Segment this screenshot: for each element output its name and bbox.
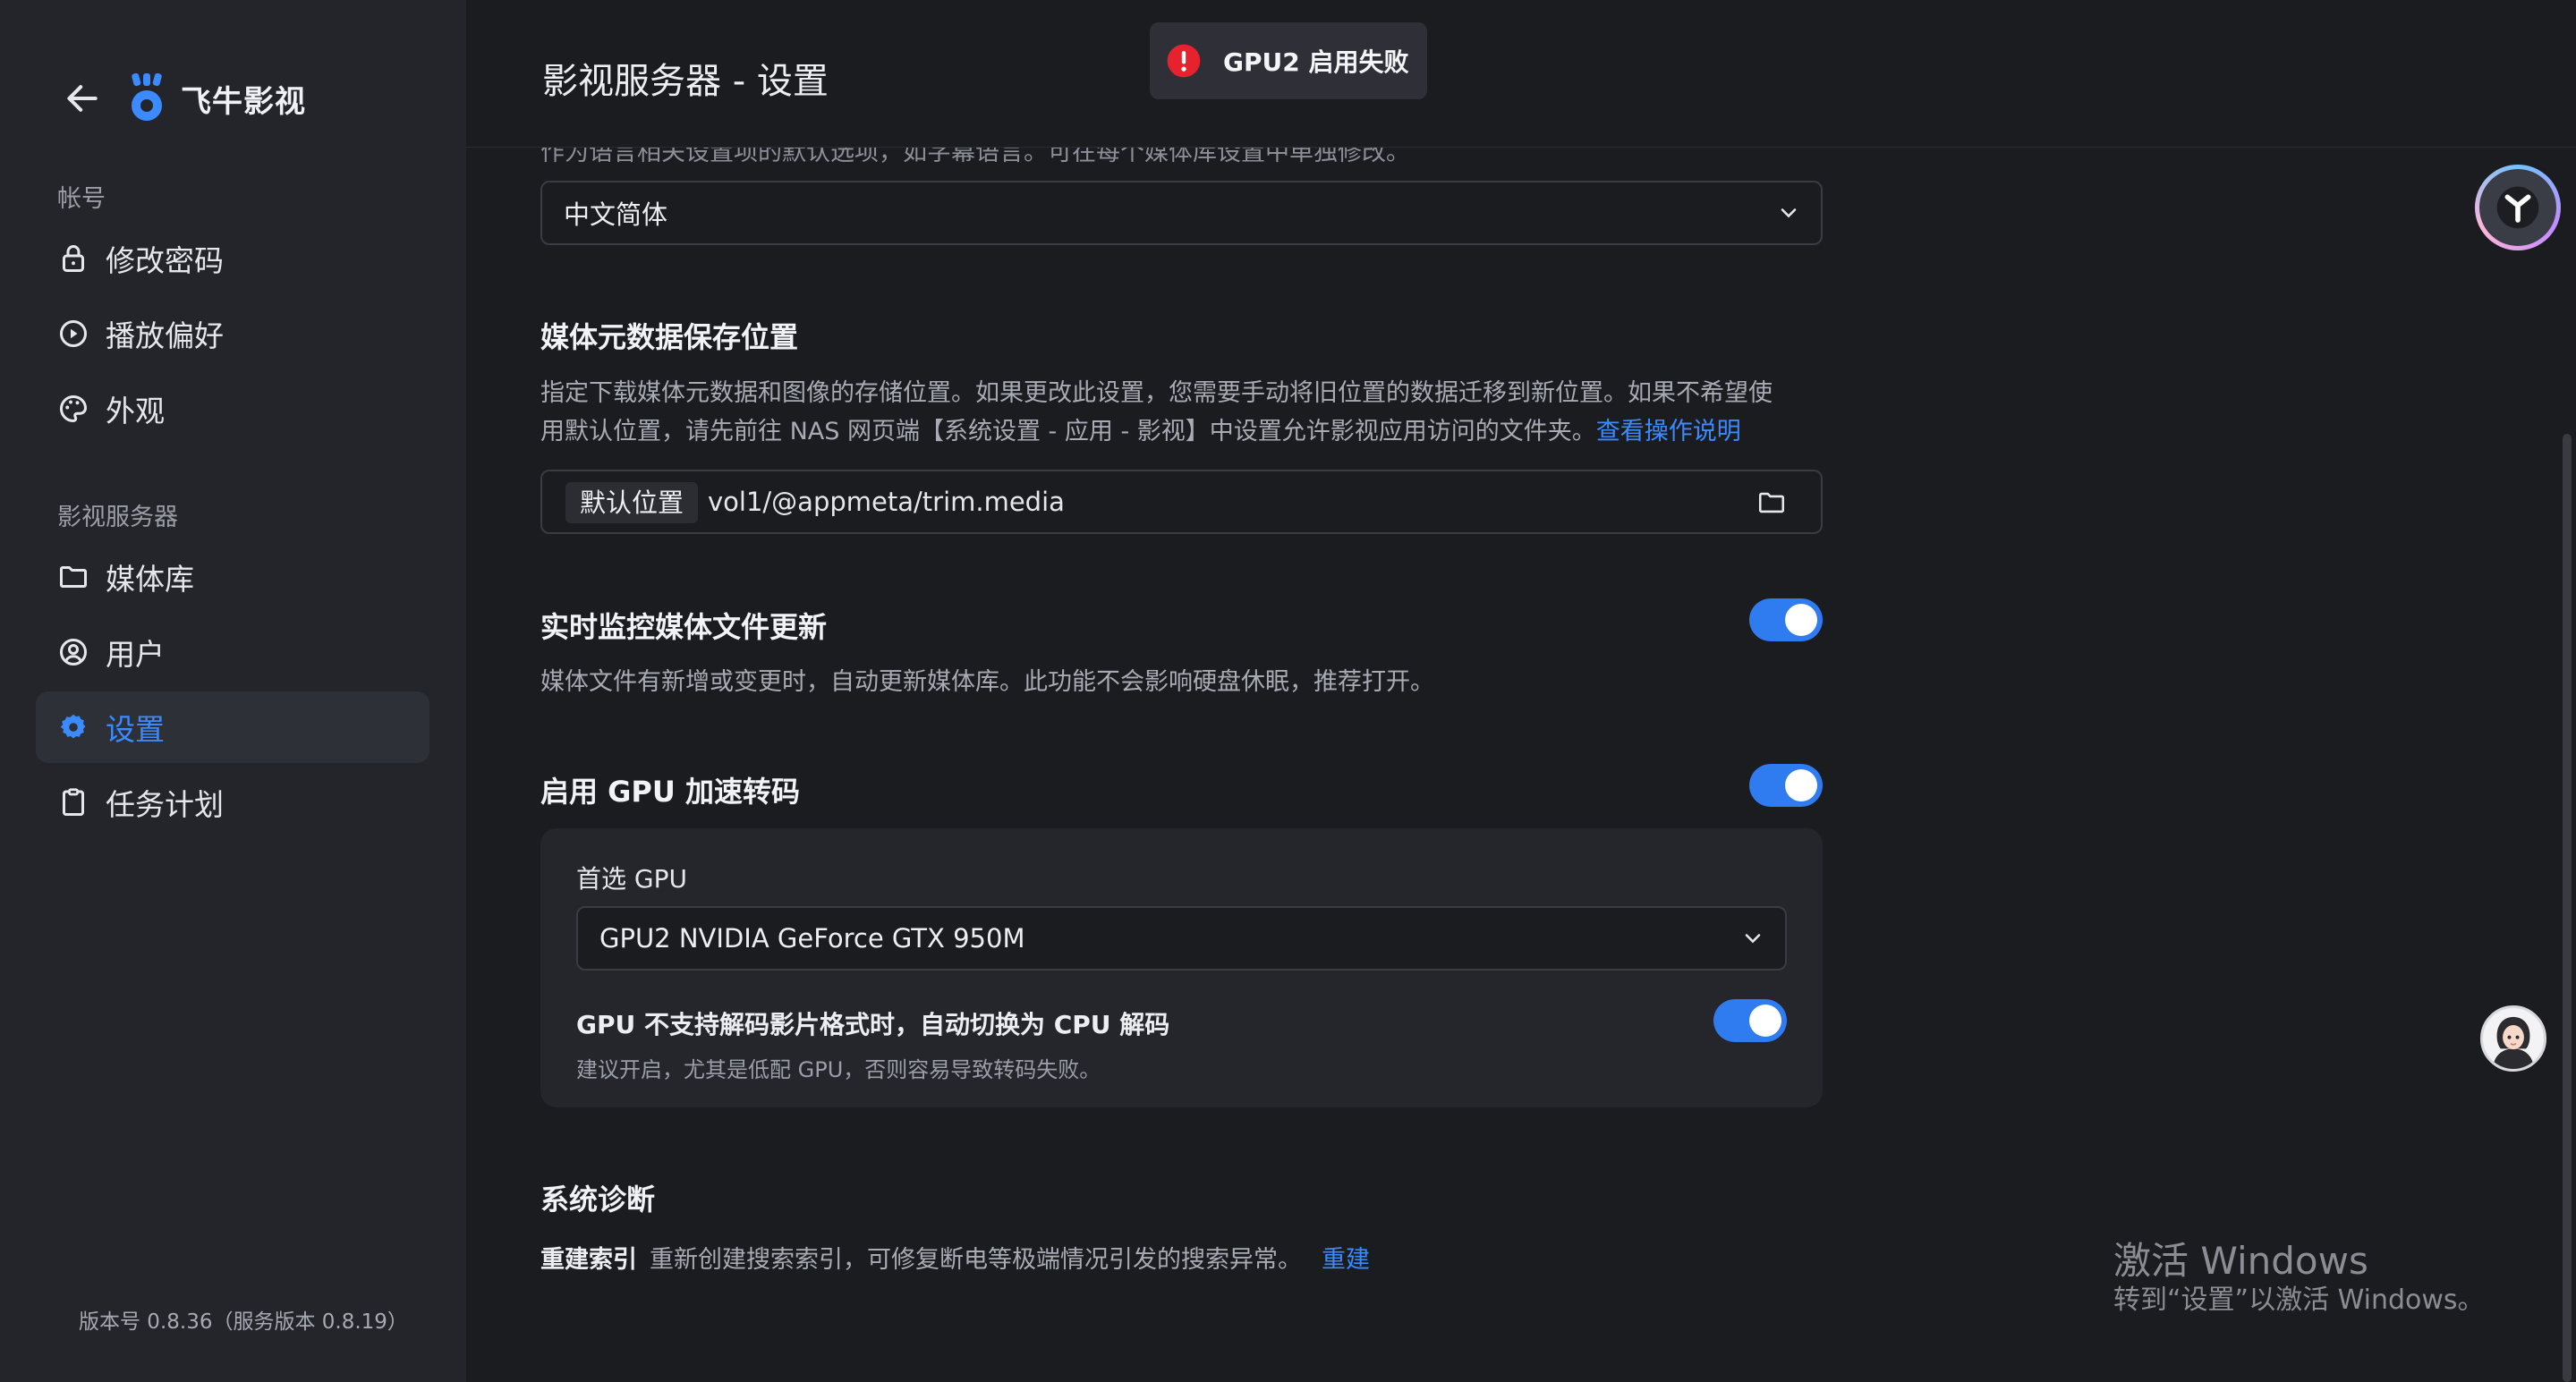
sidebar-item-library[interactable]: 媒体库 [36,541,429,613]
app-title: 飞牛影视 [181,83,306,120]
palette-icon [60,394,88,423]
avatar[interactable] [2480,1005,2546,1072]
assistant-logo-icon [2496,186,2539,229]
toggle-knob [1785,769,1817,801]
metadata-description: 指定下载媒体元数据和图像的存储位置。如果更改此设置，您需要手动将旧位置的数据迁移… [540,374,1847,451]
section-label-server: 影视服务器 [57,504,178,531]
metadata-description-line2: 用默认位置，请先前往 NAS 网页端【系统设置 - 应用 - 影视】中设置允许影… [540,418,1596,445]
cpu-fallback-toggle[interactable] [1713,999,1787,1042]
sidebar: 飞牛影视 帐号 修改密码 播放偏好 外观 影视服务器 媒体库 用户 设置 任务计… [0,0,466,1382]
sidebar-item-change-password[interactable]: 修改密码 [36,223,429,294]
sidebar-item-label: 设置 [106,712,165,747]
rebuild-index-description: 重新创建搜索索引，可修复断电等极端情况引发的搜索异常。 [650,1246,1302,1274]
play-circle-icon [60,320,87,347]
sidebar-item-tasks[interactable]: 任务计划 [36,767,429,838]
chevron-down-icon [1781,208,1797,218]
clipboard-icon [63,788,84,816]
user-circle-icon [60,639,87,666]
help-link[interactable]: 查看操作说明 [1596,418,1741,445]
gpu-section-title: 启用 GPU 加速转码 [540,775,800,809]
header: 影视服务器 - 设置 [466,0,2576,148]
lock-icon [63,245,84,272]
sidebar-item-label: 用户 [106,637,165,672]
folder-icon [60,566,87,588]
assistant-widget-inner [2479,169,2556,246]
preferred-gpu-value: GPU2 NVIDIA GeForce GTX 950M [599,923,1025,954]
activation-watermark-subtitle: 转到“设置”以激活 Windows。 [2113,1284,2485,1316]
back-arrow-icon[interactable] [63,79,102,118]
chevron-down-icon [1745,934,1761,944]
sidebar-item-label: 媒体库 [106,562,194,597]
preferred-gpu-label: 首选 GPU [576,864,687,894]
sidebar-item-settings[interactable]: 设置 [36,691,429,763]
monitor-toggle[interactable] [1749,598,1823,641]
path-tag: 默认位置 [565,482,699,523]
assistant-widget[interactable] [2475,165,2561,250]
language-select-value: 中文简体 [564,199,668,230]
error-icon [1167,44,1201,78]
rebuild-index-label: 重建索引 [540,1246,637,1274]
sidebar-item-appearance[interactable]: 外观 [36,373,429,445]
avatar-face-icon [2493,1016,2534,1069]
sidebar-item-users[interactable]: 用户 [36,616,429,688]
folder-browse-icon[interactable] [1756,488,1787,518]
diagnostics-section-title: 系统诊断 [540,1183,656,1217]
sidebar-item-label: 播放偏好 [106,318,224,353]
metadata-section-title: 媒体元数据保存位置 [540,320,799,354]
metadata-path-field[interactable]: 默认位置 vol1/@appmeta/trim.media [540,470,1823,534]
brand-bar: 飞牛影视 [63,67,306,130]
version-text: 版本号 0.8.36（服务版本 0.8.19） [79,1310,408,1334]
cpu-fallback-title: GPU 不支持解码影片格式时，自动切换为 CPU 解码 [576,1010,1170,1039]
page-title: 影视服务器 - 设置 [542,61,829,102]
logo-icon [132,73,162,121]
error-toast: GPU2 启用失败 [1150,22,1427,99]
monitor-section-title: 实时监控媒体文件更新 [540,610,828,644]
metadata-description-line1: 指定下载媒体元数据和图像的存储位置。如果更改此设置，您需要手动将旧位置的数据迁移… [540,379,1773,407]
gpu-toggle[interactable] [1749,764,1823,807]
sidebar-item-label: 修改密码 [106,243,224,278]
cpu-fallback-description: 建议开启，尤其是低配 GPU，否则容易导致转码失败。 [576,1057,1101,1082]
metadata-description-line2-wrap: 用默认位置，请先前往 NAS 网页端【系统设置 - 应用 - 影视】中设置允许影… [540,412,1847,451]
sidebar-item-label: 任务计划 [106,787,224,822]
toggle-knob [1749,1005,1781,1037]
preferred-gpu-select[interactable]: GPU2 NVIDIA GeForce GTX 950M [576,906,1787,971]
monitor-description: 媒体文件有新增或变更时，自动更新媒体库。此功能不会影响硬盘休眠，推荐打开。 [540,668,1434,696]
language-select[interactable]: 中文简体 [540,181,1823,245]
section-label-account: 帐号 [57,185,106,213]
gear-icon [60,714,86,739]
path-value: vol1/@appmeta/trim.media [708,487,1065,517]
sidebar-item-playback[interactable]: 播放偏好 [36,298,429,369]
rebuild-link[interactable]: 重建 [1322,1246,1370,1274]
toast-message: GPU2 启用失败 [1223,47,1409,77]
sidebar-item-label: 外观 [106,394,165,428]
scrollbar[interactable] [2563,434,2572,1382]
rebuild-index-row: 重建索引 重新创建搜索索引，可修复断电等极端情况引发的搜索异常。 重建 [540,1240,1370,1275]
toggle-knob [1785,604,1817,636]
